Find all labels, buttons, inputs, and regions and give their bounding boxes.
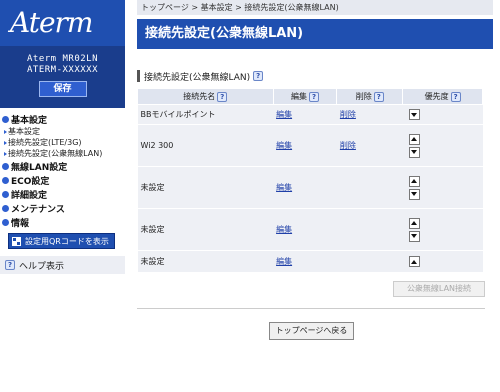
save-button[interactable]: 保存 (38, 81, 87, 97)
help-icon[interactable]: ? (308, 91, 319, 102)
nav-item-label: 基本設定 (11, 115, 48, 126)
cell-name: 未設定 (137, 208, 274, 251)
delete-link[interactable]: 削除 (340, 141, 356, 150)
arrow-down-icon (411, 112, 418, 117)
brand-logo-area: Aterm (0, 0, 125, 46)
nav-menu: 基本設定 基本設定 接続先設定(LTE/3G) 接続先設定(公衆無線LAN) 無… (0, 112, 125, 249)
divider (137, 308, 485, 309)
page-title: 接続先設定(公衆無線LAN) (137, 19, 493, 49)
section-title: 接続先設定(公衆無線LAN) ? (137, 70, 493, 83)
qr-code-button[interactable]: 設定用QRコードを表示 (8, 233, 115, 249)
nav-sub-basic[interactable]: 基本設定 (0, 126, 125, 137)
arrow-up-icon (411, 179, 418, 183)
nav-item-eco[interactable]: ECO設定 (0, 173, 125, 187)
model-name: Aterm MR02LN (26, 54, 99, 64)
nav-item-maintenance[interactable]: メンテナンス (0, 201, 125, 215)
table-row: BBモバイルポイント 編集 削除 (137, 104, 483, 125)
priority-down-button[interactable] (408, 188, 420, 200)
help-label: ヘルプ表示 (19, 261, 65, 272)
nav-item-basic[interactable]: 基本設定 (0, 112, 125, 126)
device-id: ATERM-XXXXXX (26, 65, 99, 75)
help-icon: ? (5, 260, 15, 270)
col-header-delete: 削除? (336, 88, 404, 105)
delete-cell (336, 166, 403, 209)
priority-down-button[interactable] (408, 230, 420, 242)
delete-link[interactable]: 削除 (340, 110, 356, 119)
nav-item-label: ECO設定 (11, 176, 50, 187)
arrow-up-icon (411, 259, 418, 264)
col-header-edit: 編集? (272, 88, 338, 105)
cell-name: 未設定 (137, 250, 274, 273)
qr-code-label: 設定用QRコードを表示 (25, 236, 109, 246)
nav-item-wlan[interactable]: 無線LAN設定 (0, 159, 125, 173)
nav-item-label: 詳細設定 (11, 190, 48, 201)
breadcrumb: トップページ > 基本設定 > 接続先設定(公衆無線LAN) (137, 0, 493, 15)
public-wlan-connect-button[interactable]: 公衆無線LAN接続 (393, 281, 485, 297)
help-display-link[interactable]: ? ヘルプ表示 (0, 256, 125, 274)
delete-cell (336, 250, 403, 273)
edit-link[interactable]: 編集 (276, 183, 292, 192)
table-row: 未設定 編集 (137, 250, 483, 273)
nav-sub-lte[interactable]: 接続先設定(LTE/3G) (0, 137, 125, 148)
bullet-icon (2, 204, 9, 212)
help-icon[interactable]: ? (253, 71, 264, 81)
connection-table: 接続先名? 編集? 削除? 優先度? BBモバイルポイント 編集 削除 Wi2 … (137, 88, 483, 273)
nav-sub-public-wlan[interactable]: 接続先設定(公衆無線LAN) (0, 148, 125, 159)
arrow-down-icon (411, 234, 418, 238)
cell-name: BBモバイルポイント (137, 104, 274, 125)
nav-item-advanced[interactable]: 詳細設定 (0, 187, 125, 201)
bullet-icon (2, 162, 9, 170)
edit-link[interactable]: 編集 (276, 257, 292, 266)
device-info: Aterm MR02LN ATERM-XXXXXX 保存 (0, 46, 125, 108)
qr-code-icon (12, 236, 21, 246)
help-icon[interactable]: ? (450, 91, 461, 102)
table-header-row: 接続先名? 編集? 削除? 優先度? (137, 88, 483, 105)
edit-link[interactable]: 編集 (276, 110, 292, 119)
bullet-icon (2, 115, 9, 123)
priority-up-button[interactable] (408, 175, 420, 187)
priority-up-button[interactable] (408, 133, 420, 145)
table-row: 未設定 編集 (137, 208, 483, 251)
section-title-label: 接続先設定(公衆無線LAN) (144, 72, 251, 83)
edit-link[interactable]: 編集 (276, 141, 292, 150)
cell-name: 未設定 (137, 166, 274, 209)
back-to-top-button[interactable]: トップページへ戻る (269, 322, 354, 340)
arrow-up-icon (411, 137, 418, 141)
aterm-logo: Aterm (10, 6, 93, 39)
priority-down-button[interactable] (408, 109, 420, 120)
arrow-down-icon (411, 150, 418, 154)
delete-cell (336, 208, 403, 251)
nav-item-label: メンテナンス (11, 204, 65, 215)
sidebar: Aterm Aterm MR02LN ATERM-XXXXXX 保存 基本設定 … (0, 0, 125, 392)
bullet-icon (2, 176, 9, 184)
col-header-name: 接続先名? (137, 88, 274, 105)
bullet-icon (2, 218, 9, 226)
arrow-up-icon (411, 221, 418, 225)
table-row: 未設定 編集 (137, 166, 483, 209)
bullet-icon (2, 190, 9, 198)
help-icon[interactable]: ? (373, 91, 384, 102)
priority-down-button[interactable] (408, 146, 420, 158)
help-icon[interactable]: ? (217, 91, 228, 102)
main-content: トップページ > 基本設定 > 接続先設定(公衆無線LAN) 接続先設定(公衆無… (137, 0, 493, 392)
edit-link[interactable]: 編集 (276, 225, 292, 234)
priority-up-button[interactable] (408, 217, 420, 229)
arrow-down-icon (411, 192, 418, 196)
nav-item-label: 情報 (11, 218, 30, 229)
cell-name: Wi2 300 (137, 124, 274, 167)
nav-item-label: 無線LAN設定 (11, 162, 68, 173)
col-header-priority: 優先度? (402, 88, 483, 105)
table-row: Wi2 300 編集 削除 (137, 124, 483, 167)
nav-item-info[interactable]: 情報 (0, 215, 125, 229)
priority-up-button[interactable] (408, 256, 420, 267)
